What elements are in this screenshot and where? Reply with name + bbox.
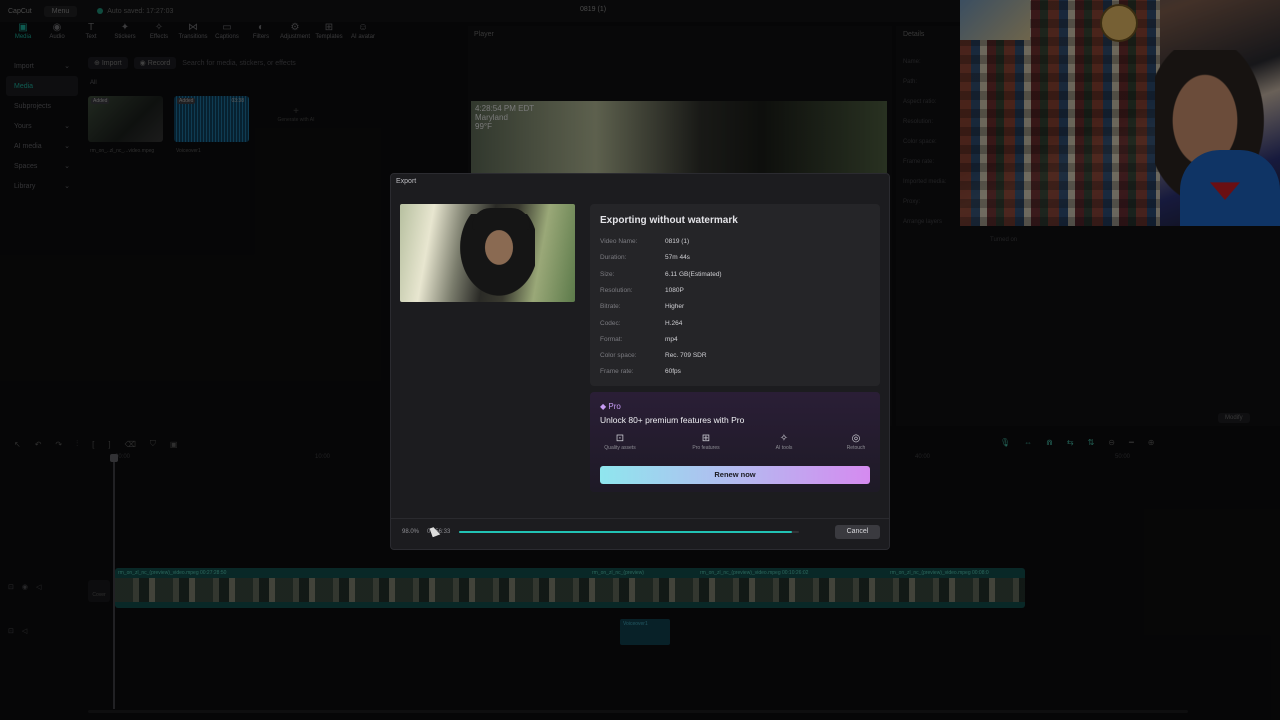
pro-feature-label: Quality assets (604, 445, 636, 451)
info-key: Color space: (600, 352, 637, 360)
info-key: Bitrate: (600, 303, 621, 311)
pro-feature-label: Retouch (846, 445, 866, 451)
info-key: Format: (600, 335, 623, 343)
export-info-row: Codec: H.264 (600, 320, 682, 327)
pro-title: Unlock 80+ premium features with Pro (600, 415, 745, 425)
pro-badge: ◆ Pro (600, 402, 621, 411)
info-value: 6.11 GB(Estimated) (665, 270, 722, 278)
info-value: Rec. 709 SDR (665, 352, 707, 360)
pro-feature-label: Pro features (692, 445, 720, 451)
dialog-title: Export (396, 178, 417, 185)
info-key: Frame rate: (600, 368, 634, 376)
diamond-icon: ◆ (600, 402, 607, 411)
info-value: mp4 (665, 335, 678, 343)
info-value: Higher (665, 303, 685, 311)
renew-now-button[interactable]: Renew now (600, 466, 870, 484)
export-info-row: Color space: Rec. 709 SDR (600, 352, 707, 359)
export-info-row: Bitrate: Higher (600, 303, 684, 310)
pro-feature-retouch[interactable]: ◎ Retouch (826, 433, 886, 451)
info-value: 0819 (1) (665, 238, 690, 245)
pro-features-icon: ⊞ (701, 433, 711, 444)
info-key: Resolution: (600, 286, 633, 294)
export-info-row: Video Name: 0819 (1) (600, 238, 689, 245)
info-key: Video Name: (600, 238, 638, 245)
quality-assets-icon: ⊡ (615, 433, 625, 444)
retouch-icon: ◎ (851, 433, 861, 444)
progress-fill (459, 531, 793, 533)
export-heading: Exporting without watermark (600, 215, 738, 226)
info-value: 57m 44s (665, 254, 690, 262)
cancel-button[interactable]: Cancel (835, 525, 880, 539)
pro-feature-quality-assets[interactable]: ⊡ Quality assets (590, 433, 650, 451)
info-key: Size: (600, 270, 615, 278)
export-info-row: Frame rate: 60fps (600, 368, 681, 375)
ai-tools-icon: ✧ (779, 433, 789, 444)
info-value: H.264 (665, 319, 683, 327)
info-value: 1080P (665, 286, 684, 294)
export-preview-image (400, 204, 575, 302)
dialog-divider (391, 518, 889, 519)
info-value: 60fps (665, 368, 681, 376)
info-key: Codec: (600, 319, 621, 327)
pro-badge-label: Pro (608, 402, 621, 411)
pro-feature-ai-tools[interactable]: ✧ AI tools (754, 433, 814, 451)
export-info-row: Size: 6.11 GB(Estimated) (600, 271, 722, 278)
export-info-row: Format: mp4 (600, 336, 678, 343)
pro-feature-label: AI tools (775, 445, 793, 451)
info-key: Duration: (600, 254, 627, 262)
progress-percent: 98.0% (402, 529, 420, 535)
pro-feature-pro-features[interactable]: ⊞ Pro features (676, 433, 736, 451)
export-info-row: Duration: 57m 44s (600, 254, 690, 261)
export-info-row: Resolution: 1080P (600, 287, 684, 294)
